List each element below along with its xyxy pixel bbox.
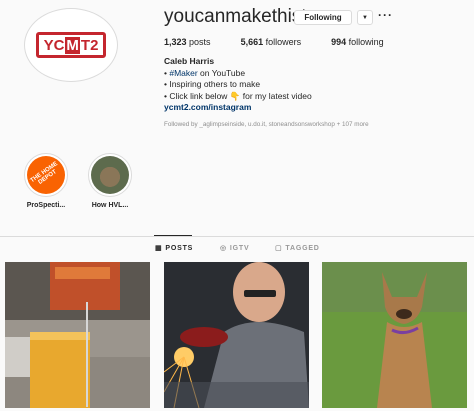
following-button[interactable]: Following <box>294 10 352 25</box>
highlight-how-hvl[interactable]: How HVL... <box>87 153 133 209</box>
highlight-label: How HVL... <box>91 202 129 209</box>
suggestions-dropdown-button[interactable]: ▼ <box>357 10 373 25</box>
profile-bio: Caleb Harris • #Maker on YouTube • Inspi… <box>164 56 424 114</box>
highlight-label: ProSpecti... <box>26 202 66 209</box>
tag-icon: ▢ <box>275 245 283 252</box>
dog-thumbnail-image <box>91 156 129 194</box>
profile-avatar[interactable]: YC M T2 <box>24 8 118 82</box>
highlight-ring <box>88 153 132 197</box>
following-stat[interactable]: 994 following <box>331 37 384 47</box>
tab-posts[interactable]: ▦ POSTS <box>155 244 193 253</box>
active-tab-indicator <box>154 235 192 236</box>
highlight-prospecti[interactable]: THE HOME DEPOT ProSpecti... <box>23 153 69 209</box>
maker-hashtag-link[interactable]: #Maker <box>169 68 197 78</box>
followers-stat[interactable]: 5,661 followers <box>241 37 302 47</box>
tab-tagged[interactable]: ▢ TAGGED <box>275 244 320 253</box>
profile-full-name: Caleb Harris <box>164 56 215 66</box>
dog-photo <box>322 262 467 408</box>
post-thumbnail-grinder[interactable] <box>164 262 309 408</box>
home-depot-logo: THE HOME DEPOT <box>27 156 65 194</box>
bio-line-3: • Click link below 👇 for my latest video <box>164 90 312 101</box>
post-thumbnail-bandsaw[interactable] <box>5 262 150 408</box>
bio-line-1: • #Maker on YouTube <box>164 67 246 78</box>
bandsaw-photo <box>5 262 150 408</box>
tab-igtv[interactable]: ◎ IGTV <box>220 244 249 253</box>
grinder-photo <box>164 262 309 408</box>
bio-line-2: • Inspiring others to make <box>164 79 261 89</box>
bio-website-link[interactable]: ycmt2.com/instagram <box>164 102 424 114</box>
tabs-divider <box>0 236 474 237</box>
ycmt2-logo: YC M T2 <box>36 32 106 58</box>
more-horizontal-icon: ··· <box>378 8 393 22</box>
more-options-button[interactable]: ··· <box>378 8 393 22</box>
grid-icon: ▦ <box>155 245 163 252</box>
post-thumbnail-dog[interactable] <box>322 262 467 408</box>
profile-stats: 1,323 posts 5,661 followers 994 followin… <box>164 37 414 47</box>
chevron-down-icon: ▼ <box>362 14 368 21</box>
followed-by-text[interactable]: Followed by _aglimpseinside, u.do.it, st… <box>164 121 369 128</box>
highlight-ring: THE HOME DEPOT <box>24 153 68 197</box>
posts-stat: 1,323 posts <box>164 37 211 47</box>
igtv-icon: ◎ <box>220 245 227 252</box>
